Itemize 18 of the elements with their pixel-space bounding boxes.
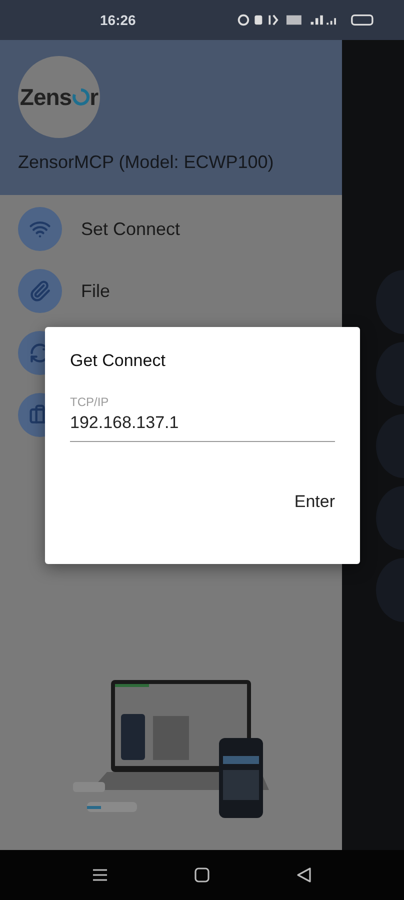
back-icon[interactable] (295, 866, 313, 884)
wifi-icon[interactable] (18, 207, 62, 251)
dialog-title: Get Connect (70, 351, 166, 371)
enter-button[interactable]: Enter (286, 486, 343, 518)
status-time: 16:26 (100, 12, 136, 28)
menu-item[interactable]: Set Connect (81, 218, 180, 240)
paperclip-icon[interactable] (18, 269, 62, 313)
ip-field[interactable]: 192.168.137.1 (70, 409, 335, 442)
field-label: TCP/IP (70, 395, 110, 409)
logo: Zens r (20, 84, 98, 110)
menu-item[interactable]: File (81, 280, 110, 302)
alarm-icon (238, 14, 249, 26)
menu-icon[interactable] (91, 866, 109, 884)
square-icon[interactable] (193, 866, 211, 884)
signal-icon (310, 15, 323, 25)
signal-icon (326, 18, 336, 25)
battery-icon (350, 14, 374, 26)
device-title: ZensorMCP (Model: ECWP100) (18, 152, 275, 173)
